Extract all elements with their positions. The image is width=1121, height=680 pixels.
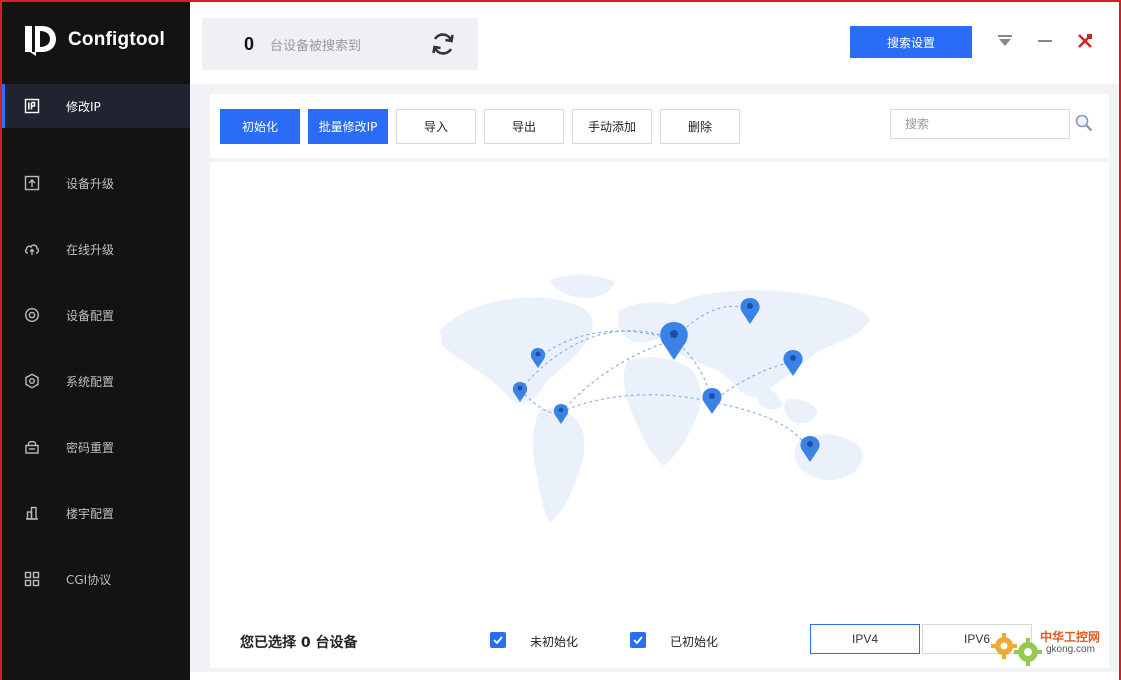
upload-icon	[24, 175, 40, 191]
sidebar-item-label: 设备配置	[66, 308, 115, 323]
ipv4-tab[interactable]: IPV4	[810, 624, 920, 654]
sidebar: Configtool 修改IP 设备升级 在线升级 设备配置 系统配置 密码重置…	[2, 2, 190, 680]
batch-modify-ip-button[interactable]: 批量修改IP	[308, 109, 388, 144]
initialized-label: 已初始化	[670, 635, 719, 649]
sidebar-item-building-config[interactable]: 楼宇配置	[2, 480, 190, 546]
initialize-button[interactable]: 初始化	[220, 109, 300, 144]
minimize-icon[interactable]	[1036, 32, 1054, 50]
ip-icon	[24, 98, 40, 114]
cloud-upload-icon	[24, 241, 40, 257]
uninitialized-checkbox[interactable]	[490, 632, 506, 648]
sidebar-item-online-upgrade[interactable]: 在线升级	[2, 216, 190, 282]
building-icon	[24, 505, 40, 521]
sidebar-item-label: 设备升级	[66, 176, 115, 191]
dropdown-icon[interactable]	[996, 32, 1014, 50]
gear-icon	[991, 633, 1042, 666]
sidebar-item-label: 修改IP	[66, 99, 101, 114]
sidebar-item-label: 楼宇配置	[66, 506, 115, 521]
sidebar-item-device-config[interactable]: 设备配置	[2, 282, 190, 348]
sidebar-item-password-reset[interactable]: 密码重置	[2, 414, 190, 480]
logo-icon	[25, 26, 56, 56]
toolbar: 初始化 批量修改IP 导入 导出 手动添加 删除	[210, 94, 1109, 158]
watermark-title: 中华工控网	[1040, 630, 1101, 644]
search-icon[interactable]	[1074, 113, 1094, 133]
check-icon	[633, 636, 643, 645]
device-count: 0	[244, 33, 255, 54]
grid-icon	[24, 571, 40, 587]
close-icon[interactable]	[1076, 32, 1094, 50]
check-icon	[493, 636, 503, 645]
search-input[interactable]	[890, 109, 1070, 139]
device-list-panel: 您已选择 0 台设备 未初始化 已初始化 IPV4 IPV6	[210, 162, 1109, 668]
search-settings-button[interactable]: 搜索设置	[850, 26, 972, 58]
sidebar-item-label: 在线升级	[66, 242, 115, 257]
sidebar-nav: 修改IP 设备升级 在线升级 设备配置 系统配置 密码重置 楼宇配置 CGI协议	[2, 84, 190, 612]
watermark-url: gkong.com	[1046, 644, 1095, 655]
top-bar: 0 台设备被搜索到 搜索设置	[190, 2, 1119, 84]
delete-button[interactable]: 删除	[660, 109, 740, 144]
sidebar-item-modify-ip[interactable]: 修改IP	[2, 84, 190, 128]
sidebar-item-device-upgrade[interactable]: 设备升级	[2, 150, 190, 216]
app-logo: Configtool	[22, 20, 182, 60]
selected-count-text: 您已选择 0 台设备	[240, 635, 358, 651]
system-config-icon	[24, 373, 40, 389]
selection-footer: 您已选择 0 台设备 未初始化 已初始化 IPV4 IPV6	[210, 624, 1109, 660]
lock-icon	[24, 439, 40, 455]
device-count-label: 台设备被搜索到	[270, 38, 362, 54]
import-button[interactable]: 导入	[396, 109, 476, 144]
uninitialized-label: 未初始化	[530, 635, 579, 649]
export-button[interactable]: 导出	[484, 109, 564, 144]
device-count-box: 0 台设备被搜索到	[202, 18, 478, 70]
watermark-logo: 中华工控网 gkong.com	[988, 622, 1118, 672]
world-map-illustration	[440, 274, 870, 522]
app-window: Configtool 修改IP 设备升级 在线升级 设备配置 系统配置 密码重置…	[0, 0, 1121, 680]
initialized-checkbox[interactable]	[630, 632, 646, 648]
refresh-icon[interactable]	[430, 31, 456, 57]
sidebar-item-label: 系统配置	[66, 374, 115, 389]
sidebar-item-system-config[interactable]: 系统配置	[2, 348, 190, 414]
sidebar-item-cgi-protocol[interactable]: CGI协议	[2, 546, 190, 612]
app-name: Configtool	[68, 29, 165, 50]
sidebar-item-label: CGI协议	[66, 572, 112, 587]
manual-add-button[interactable]: 手动添加	[572, 109, 652, 144]
sidebar-item-label: 密码重置	[66, 440, 115, 455]
device-config-icon	[24, 307, 40, 323]
bottom-strip	[190, 672, 1119, 680]
